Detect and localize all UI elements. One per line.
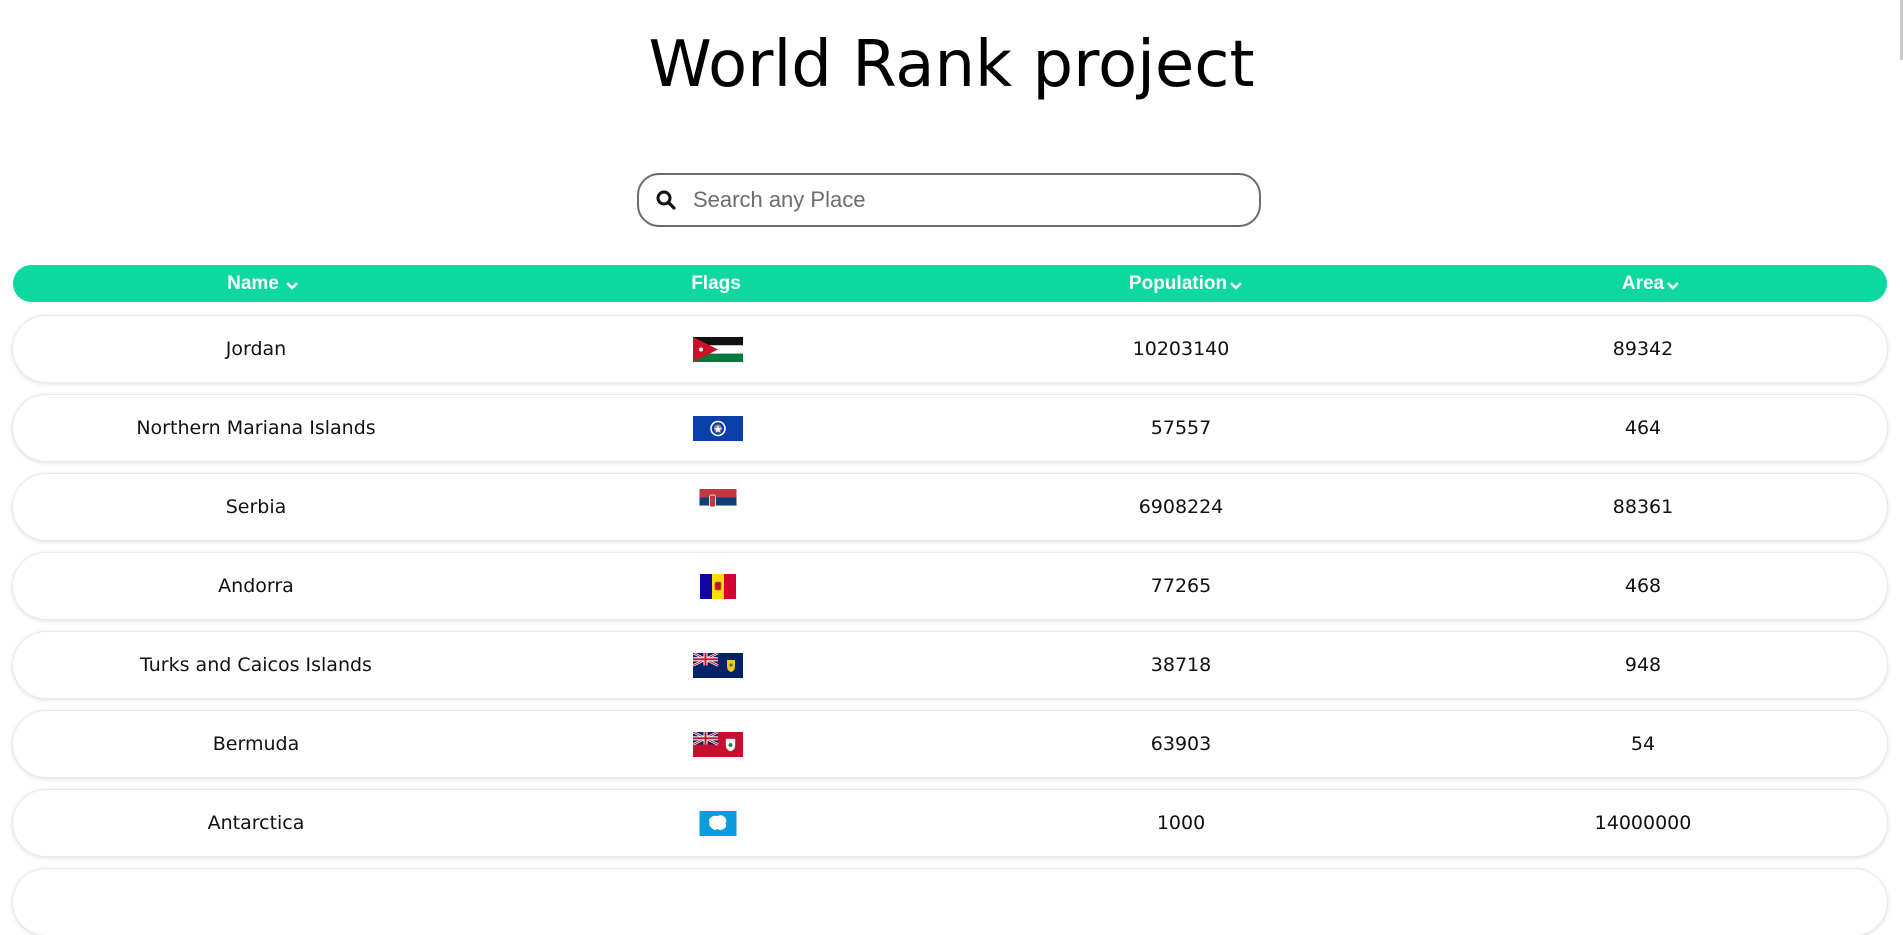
table-header: Name Flags Population Area [13, 265, 1887, 302]
search-icon [655, 189, 677, 211]
country-name: Jordan [225, 338, 287, 360]
table-row[interactable] [13, 869, 1887, 935]
sort-by-name-button[interactable]: Name [227, 265, 299, 302]
area-value: 14000000 [1594, 812, 1692, 834]
area-value: 89342 [1612, 338, 1674, 360]
population-value: 77265 [1150, 575, 1212, 597]
chevron-down-icon [285, 275, 299, 297]
country-name: Bermuda [212, 733, 300, 755]
country-name: Serbia [225, 496, 287, 518]
northern-mariana-islands-flag-icon [693, 395, 743, 461]
population-value: 63903 [1150, 733, 1212, 755]
table-row[interactable]: Antarctica 1000 14000000 [13, 790, 1887, 856]
chevron-down-icon [1666, 275, 1680, 297]
area-value: 54 [1630, 733, 1656, 755]
chevron-down-icon [1229, 275, 1243, 297]
population-value: 57557 [1150, 417, 1212, 439]
country-name: Andorra [218, 575, 294, 597]
table-row[interactable]: Northern Mariana Islands 57557 464 [13, 395, 1887, 461]
table-row[interactable]: Turks and Caicos Islands 38718 948 [13, 632, 1887, 698]
table-row[interactable]: Bermuda 63903 54 [13, 711, 1887, 777]
bermuda-flag-icon [693, 711, 743, 777]
country-name: Northern Mariana Islands [136, 417, 376, 439]
header-population-label: Population [1128, 272, 1228, 294]
area-value: 88361 [1612, 496, 1674, 518]
population-value: 10203140 [1132, 338, 1230, 360]
serbia-flag-icon [699, 474, 737, 540]
header-flags: Flags [691, 265, 741, 302]
sort-by-area-button[interactable]: Area [1622, 265, 1680, 302]
header-area-label: Area [1621, 272, 1665, 294]
area-value: 948 [1624, 654, 1662, 676]
header-name-label: Name [227, 272, 279, 294]
population-value: 38718 [1150, 654, 1212, 676]
jordan-flag-icon [693, 316, 743, 382]
country-name: Antarctica [207, 812, 305, 834]
search-box[interactable] [637, 173, 1261, 227]
andorra-flag-icon [700, 553, 736, 619]
search-input[interactable] [691, 186, 1235, 214]
area-value: 468 [1624, 575, 1662, 597]
sort-by-population-button[interactable]: Population [1129, 265, 1243, 302]
table-row[interactable]: Andorra 77265 468 [13, 553, 1887, 619]
table-row[interactable]: Serbia 6908224 88361 [13, 474, 1887, 540]
antarctica-flag-icon [699, 790, 737, 856]
population-value: 1000 [1156, 812, 1206, 834]
population-value: 6908224 [1138, 496, 1224, 518]
area-value: 464 [1624, 417, 1662, 439]
country-name: Turks and Caicos Islands [140, 654, 372, 676]
page-title: World Rank project [648, 28, 1255, 102]
header-flags-label: Flags [691, 272, 741, 294]
table-row[interactable]: Jordan 10203140 89342 [13, 316, 1887, 382]
turks-and-caicos-islands-flag-icon [693, 632, 743, 698]
